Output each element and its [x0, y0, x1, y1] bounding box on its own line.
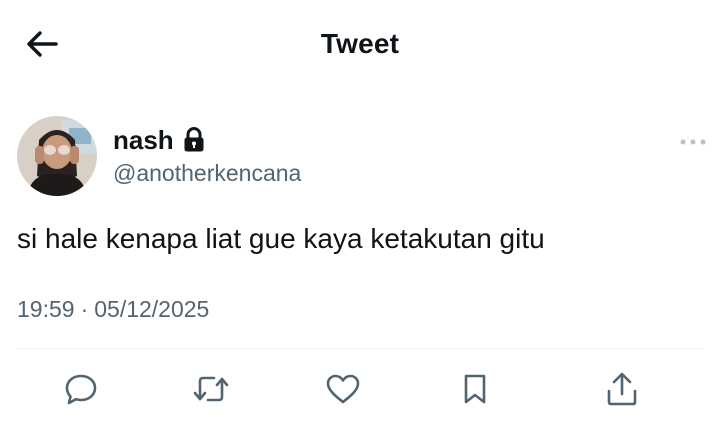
tweet-time[interactable]: 19:59	[17, 296, 75, 323]
tweet-text: si hale kenapa liat gue kaya ketakutan g…	[17, 223, 545, 254]
username[interactable]: @anotherkencana	[113, 160, 301, 187]
share-button[interactable]	[603, 370, 641, 408]
retweet-icon	[193, 376, 229, 402]
share-icon	[607, 372, 637, 406]
timestamp: 19:59 · 05/12/2025	[17, 296, 209, 323]
more-icon	[680, 139, 706, 145]
divider	[17, 348, 703, 349]
more-options-button[interactable]	[676, 130, 710, 154]
bookmark-button[interactable]	[456, 370, 494, 408]
heart-icon	[326, 374, 360, 404]
author-name-row: nash	[113, 124, 205, 156]
like-button[interactable]	[324, 370, 362, 408]
tweet-date[interactable]: 05/12/2025	[94, 296, 209, 323]
lock-icon	[184, 127, 204, 152]
page-title: Tweet	[320, 28, 400, 59]
display-name[interactable]: nash	[113, 125, 174, 156]
timestamp-separator: ·	[80, 296, 89, 322]
reply-button[interactable]	[62, 370, 100, 408]
reply-icon	[65, 374, 97, 405]
retweet-button[interactable]	[192, 370, 230, 408]
avatar[interactable]	[17, 116, 97, 196]
bookmark-icon	[464, 374, 486, 404]
